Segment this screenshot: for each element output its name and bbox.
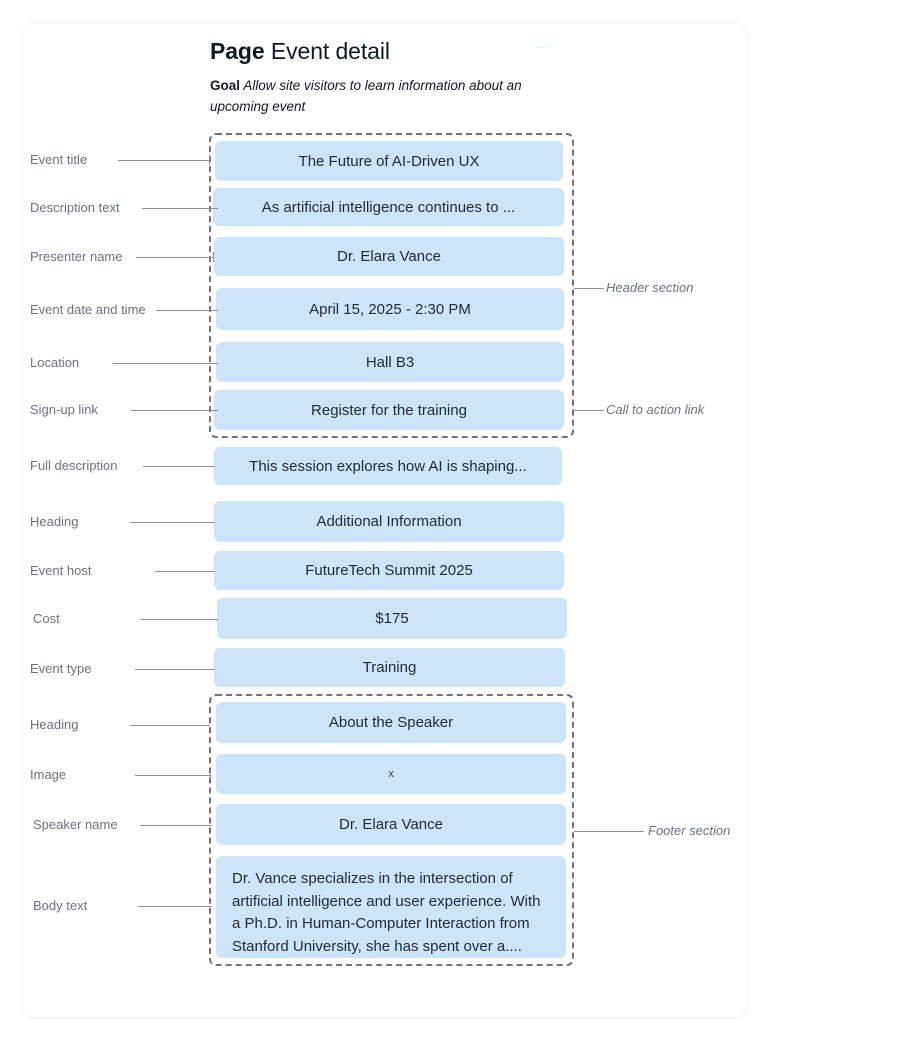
leader-event-type	[135, 669, 215, 670]
label-footer-section: Footer section	[648, 823, 731, 838]
label-location: Location	[30, 355, 80, 370]
block-event-title[interactable]: The Future of AI-Driven UX	[215, 141, 563, 181]
label-heading-additional-info: Heading	[30, 514, 79, 529]
page-title-text: Event detail	[270, 38, 390, 64]
leader-location	[113, 363, 218, 364]
block-speaker-name[interactable]: Dr. Elara Vance	[216, 804, 566, 845]
label-speaker-name: Speaker name	[33, 817, 118, 832]
label-event-type: Event type	[30, 661, 92, 676]
block-full-description[interactable]: This session explores how AI is shaping.…	[214, 447, 562, 485]
leader-cost	[140, 619, 218, 620]
block-heading-about-speaker[interactable]: About the Speaker	[216, 702, 566, 743]
leader-speaker-name	[140, 825, 212, 826]
page-title-prefix: Page	[210, 38, 265, 64]
leader-heading-about-speaker	[130, 725, 210, 726]
faint-artifact-mark	[536, 46, 550, 48]
leader-cta	[574, 410, 604, 411]
leader-presenter-name	[136, 257, 214, 258]
label-event-date-time: Event date and time	[30, 302, 146, 317]
block-event-type[interactable]: Training	[214, 648, 565, 687]
leader-event-title	[118, 160, 210, 161]
goal-text: Allow site visitors to learn information…	[210, 78, 522, 114]
block-body-text[interactable]: Dr. Vance specializes in the intersectio…	[216, 856, 566, 958]
block-event-date-time[interactable]: April 15, 2025 - 2:30 PM	[216, 288, 564, 330]
leader-description-text	[142, 208, 218, 209]
leader-signup-link	[131, 410, 218, 411]
block-location[interactable]: Hall B3	[216, 342, 564, 382]
label-image: Image	[30, 767, 67, 782]
leader-image	[135, 775, 211, 776]
leader-tick-event-title	[209, 155, 210, 165]
label-event-title: Event title	[30, 152, 88, 167]
wireframe-canvas: Page Event detail Goal Allow site visito…	[0, 0, 900, 1040]
label-body-text: Body text	[33, 898, 88, 913]
label-event-host: Event host	[30, 563, 92, 578]
label-presenter-name: Presenter name	[30, 249, 123, 264]
label-heading-about-speaker: Heading	[30, 717, 79, 732]
leader-tick-presenter-name	[213, 252, 214, 262]
block-image-placeholder[interactable]: x	[216, 754, 566, 794]
block-signup-link[interactable]: Register for the training	[214, 390, 564, 430]
leader-header-section	[574, 288, 604, 289]
goal-statement: Goal Allow site visitors to learn inform…	[210, 75, 540, 117]
leader-tick-image	[210, 770, 211, 780]
label-header-section: Header section	[606, 280, 694, 295]
leader-event-date-time	[156, 310, 218, 311]
block-description-text[interactable]: As artificial intelligence continues to …	[213, 188, 564, 226]
block-presenter-name[interactable]: Dr. Elara Vance	[214, 237, 564, 276]
leader-heading-additional-info	[130, 522, 215, 523]
leader-event-host	[155, 571, 215, 572]
label-cost: Cost	[33, 611, 60, 626]
goal-label: Goal	[210, 78, 241, 93]
label-cta: Call to action link	[606, 402, 705, 417]
leader-body-text	[138, 906, 212, 907]
label-full-description: Full description	[30, 458, 118, 473]
block-heading-additional-info[interactable]: Additional Information	[214, 501, 564, 542]
block-event-host[interactable]: FutureTech Summit 2025	[214, 551, 564, 590]
label-signup-link: Sign-up link	[30, 402, 98, 417]
leader-footer-section	[574, 831, 644, 832]
leader-full-description	[143, 466, 215, 467]
page-title: Page Event detail	[210, 36, 610, 66]
label-description-text: Description text	[30, 200, 120, 215]
block-cost[interactable]: $175	[217, 598, 567, 639]
